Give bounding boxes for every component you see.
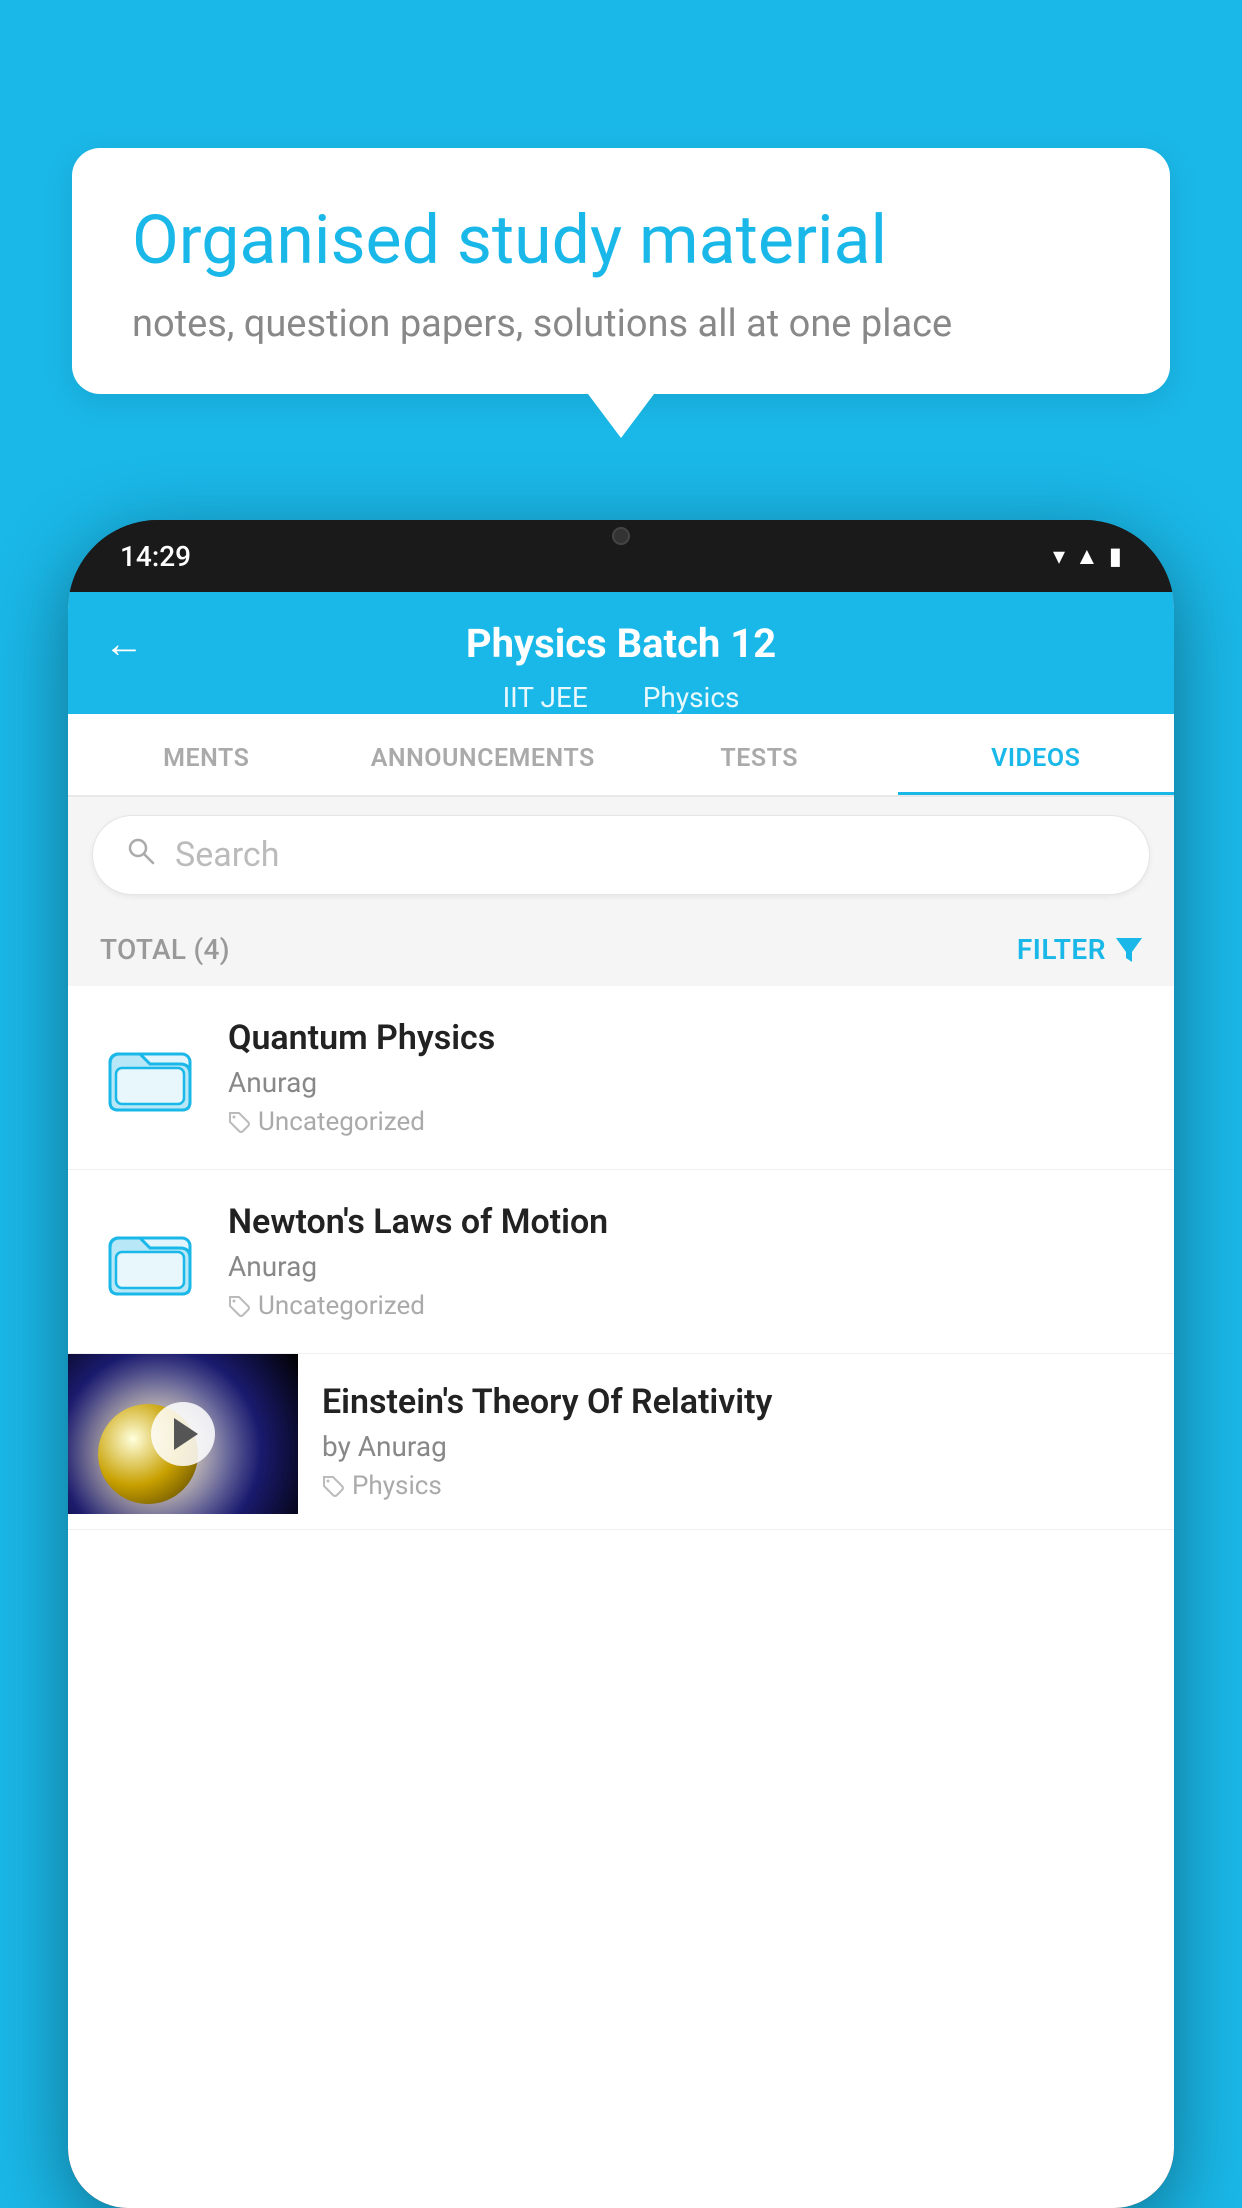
- filter-bar: TOTAL (4) FILTER: [68, 913, 1174, 986]
- folder-icon-container: [100, 1028, 200, 1128]
- video-author: by Anurag: [322, 1430, 1146, 1463]
- speech-bubble-subtitle: notes, question papers, solutions all at…: [132, 302, 1110, 346]
- search-bar[interactable]: Search: [92, 815, 1150, 895]
- list-item[interactable]: Newton's Laws of Motion Anurag Uncategor…: [68, 1170, 1174, 1354]
- app-header-subtitle: IIT JEE Physics: [104, 681, 1138, 714]
- play-button[interactable]: [151, 1402, 215, 1466]
- tabs-bar: MENTS ANNOUNCEMENTS TESTS VIDEOS: [68, 718, 1174, 797]
- folder-icon-container: [100, 1212, 200, 1312]
- video-info: Einstein's Theory Of Relativity by Anura…: [298, 1354, 1174, 1529]
- speech-bubble-title: Organised study material: [132, 200, 1110, 280]
- phone-top-bar: 14:29 ▾ ▲ ▮: [68, 520, 1174, 592]
- tab-videos[interactable]: VIDEOS: [898, 718, 1175, 795]
- video-tag: Uncategorized: [228, 1107, 1142, 1137]
- filter-icon: [1116, 938, 1142, 962]
- video-tag: Uncategorized: [228, 1291, 1142, 1321]
- phone-frame: 14:29 ▾ ▲ ▮ ← Physics Batch 12 IIT JEE P…: [68, 520, 1174, 2208]
- phone-status-icons: ▾ ▲ ▮: [1053, 542, 1122, 571]
- app-header: ← Physics Batch 12 IIT JEE Physics: [68, 592, 1174, 714]
- video-list: Quantum Physics Anurag Uncategorized: [68, 986, 1174, 1530]
- video-author: Anurag: [228, 1066, 1142, 1099]
- total-count: TOTAL (4): [100, 933, 230, 966]
- list-item[interactable]: Quantum Physics Anurag Uncategorized: [68, 986, 1174, 1170]
- wifi-icon: ▾: [1053, 542, 1065, 570]
- search-icon: [125, 834, 157, 876]
- search-bar-container: Search: [68, 797, 1174, 913]
- search-placeholder: Search: [175, 835, 279, 875]
- filter-button[interactable]: FILTER: [1017, 933, 1142, 966]
- subtitle-physics: Physics: [643, 681, 740, 714]
- tab-ments[interactable]: MENTS: [68, 718, 345, 795]
- tag-icon: [322, 1475, 344, 1497]
- video-title: Einstein's Theory Of Relativity: [322, 1382, 1146, 1422]
- tag-label: Physics: [352, 1471, 442, 1501]
- signal-icon: ▲: [1075, 542, 1099, 571]
- phone-notch: [581, 520, 661, 552]
- phone-time: 14:29: [120, 540, 191, 573]
- filter-label: FILTER: [1017, 933, 1106, 966]
- video-tag: Physics: [322, 1471, 1146, 1501]
- app-header-top: ← Physics Batch 12: [104, 620, 1138, 675]
- video-info: Newton's Laws of Motion Anurag Uncategor…: [228, 1202, 1142, 1321]
- tag-label: Uncategorized: [258, 1107, 425, 1137]
- phone-screen: ← Physics Batch 12 IIT JEE Physics MENTS…: [68, 592, 1174, 2208]
- speech-bubble: Organised study material notes, question…: [72, 148, 1170, 394]
- tab-announcements[interactable]: ANNOUNCEMENTS: [345, 718, 622, 795]
- battery-icon: ▮: [1109, 542, 1122, 570]
- back-button[interactable]: ←: [104, 620, 144, 667]
- video-author: Anurag: [228, 1250, 1142, 1283]
- tag-icon: [228, 1295, 250, 1317]
- folder-icon: [106, 1218, 194, 1306]
- tab-tests[interactable]: TESTS: [621, 718, 898, 795]
- subtitle-iitjee: IIT JEE: [503, 681, 588, 714]
- video-title: Newton's Laws of Motion: [228, 1202, 1142, 1242]
- tag-label: Uncategorized: [258, 1291, 425, 1321]
- tag-icon: [228, 1111, 250, 1133]
- video-info: Quantum Physics Anurag Uncategorized: [228, 1018, 1142, 1137]
- play-icon: [174, 1418, 198, 1450]
- folder-icon: [106, 1034, 194, 1122]
- list-item[interactable]: Einstein's Theory Of Relativity by Anura…: [68, 1354, 1174, 1530]
- video-thumbnail: [68, 1354, 298, 1514]
- phone-camera: [612, 527, 630, 545]
- video-title: Quantum Physics: [228, 1018, 1142, 1058]
- app-header-title: Physics Batch 12: [466, 620, 776, 667]
